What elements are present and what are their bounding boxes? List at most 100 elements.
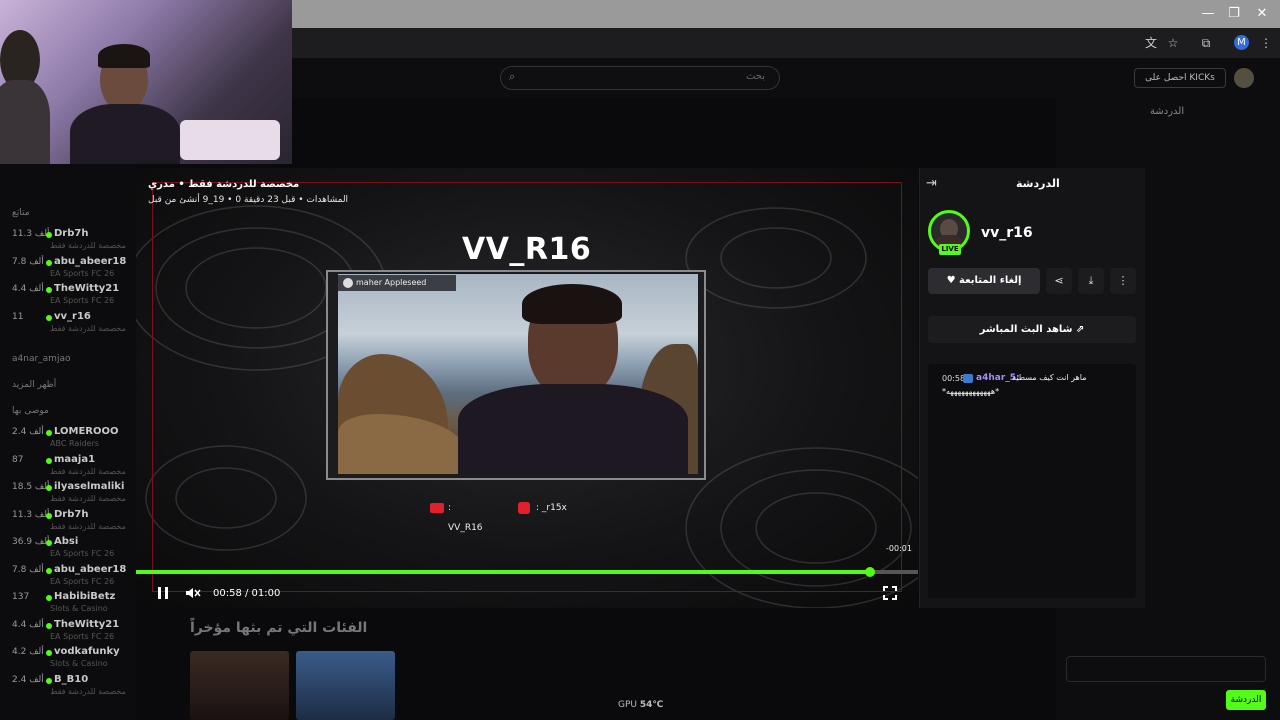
viewer-count: 11.3 ألف (12, 509, 50, 520)
search-input[interactable]: ⌕ بحث (500, 66, 780, 90)
heart-icon: ♥ (946, 275, 956, 286)
sidebar-channel-recommended[interactable]: 87 maaja1 مخصصة للدردشة فقط (0, 454, 136, 480)
show-more-link[interactable]: أظهر المزيد (12, 380, 56, 390)
live-dot-icon (46, 457, 52, 464)
minimize-button[interactable]: — (1200, 6, 1216, 22)
following-heading: متابَع (12, 208, 30, 218)
channel-category: EA Sports FC 26 (50, 268, 115, 278)
channel-name: B_B10 (54, 673, 89, 685)
sidebar-channel-recommended[interactable]: 7.8 ألف abu_abeer18 EA Sports FC 26 (0, 564, 136, 590)
share-button[interactable]: ⋖ (1046, 268, 1072, 294)
facecam-feed (338, 274, 698, 474)
channel-category: EA Sports FC 26 (50, 576, 115, 586)
sidebar-channel-recommended[interactable]: 2.4 ألف B_B10 مخصصة للدردشة فقط (0, 674, 136, 700)
gpu-temperature: GPU 54℃ (618, 700, 664, 710)
channel-name: LOMEROOO (54, 426, 119, 437)
live-dot-icon (46, 287, 52, 293)
search-icon: ⌕ (509, 70, 516, 83)
message-time: 00:58 (942, 374, 966, 383)
download-icon: ⤓ (1088, 274, 1094, 287)
channel-category: مخصصة للدردشة فقط (50, 323, 126, 333)
download-button[interactable]: ⤓ (1078, 268, 1104, 294)
kebab-icon: ⋮ (1117, 274, 1129, 287)
time-display: 00:58 / 01:00 (213, 588, 281, 599)
live-dot-icon (46, 232, 52, 238)
sidebar-channel-recommended[interactable]: 36.9 ألف Absi EA Sports FC 26 (0, 536, 136, 562)
close-window-button[interactable]: ✕ (1254, 6, 1270, 22)
viewer-count: 11.3 ألف (12, 229, 50, 239)
live-dot-icon (46, 540, 52, 546)
unfollow-button[interactable]: ♥ إلغاء المتابعة (928, 268, 1040, 294)
streamer-name[interactable]: vv_r16 (981, 225, 1033, 241)
viewer-count: 4.2 ألف (12, 647, 44, 657)
profile-avatar[interactable]: M (1234, 35, 1249, 50)
muted-speaker-icon (186, 588, 201, 598)
user-avatar[interactable] (1234, 68, 1254, 88)
maximize-button[interactable]: ❐ (1226, 6, 1242, 22)
channel-name: ilyaselmaliki (54, 481, 125, 492)
channel-category: EA Sports FC 26 (50, 631, 115, 641)
viewer-count: 11 (12, 311, 24, 322)
sidebar-channel-recommended[interactable]: 2.4 ألف LOMEROOO ABC Raiders (0, 426, 136, 452)
search-placeholder: بحث (745, 71, 765, 82)
live-dot-icon (46, 677, 52, 684)
seek-bar-handle[interactable] (865, 567, 875, 577)
facecam-name-badge: maher Appleseed (338, 275, 456, 291)
share-icon: ⋖ (1054, 274, 1064, 287)
live-dot-icon (46, 259, 52, 266)
fullscreen-icon (883, 586, 897, 600)
pause-button[interactable] (156, 586, 170, 600)
seek-bar-fill (136, 570, 870, 574)
pause-icon (158, 587, 168, 599)
recommended-heading: موصى بها (12, 406, 49, 416)
channel-category: مخصصة للدردشة فقط (50, 494, 126, 503)
watch-live-button[interactable]: شاهد البث المباشر ⇗ (928, 316, 1136, 343)
sidebar-channel-followed[interactable]: 4.4 ألف TheWitty21 EA Sports FC 26 (0, 283, 136, 309)
channel-category: مخصصة للدردشة فقط (50, 521, 126, 531)
collapse-chat-icon[interactable]: ⇥ (926, 176, 937, 191)
live-badge: LIVE (939, 244, 961, 255)
user-badge-icon (963, 374, 973, 383)
extensions-icon[interactable]: ⧉ (1198, 35, 1214, 51)
channel-category: مخصصة للدردشة فقط (50, 466, 126, 476)
instagram-icon (518, 502, 530, 514)
category-thumbnail[interactable] (190, 651, 289, 720)
viewer-count: 4.4 ألف (12, 619, 44, 630)
youtube-tag: : VV_R16 (418, 498, 488, 533)
offline-channel[interactable]: a4nar_amjao (12, 354, 70, 364)
sidebar-channel-followed[interactable]: 7.8 ألف abu_abeer18 EA Sports FC 26 (0, 256, 136, 282)
channel-category: EA Sports FC 26 (50, 549, 115, 558)
viewer-count: 36.9 ألف (12, 537, 50, 547)
sidebar-channel-recommended[interactable]: 11.3 ألف Drb7h مخصصة للدردشة فقط (0, 509, 136, 535)
channel-name: Drb7h (54, 508, 89, 520)
category-thumbnail[interactable] (296, 651, 395, 720)
time-remaining: -00:01 (886, 544, 912, 553)
live-dot-icon (46, 567, 52, 574)
live-dot-icon (46, 430, 52, 436)
channel-name: vv_r16 (54, 310, 91, 322)
live-dot-icon (46, 650, 52, 656)
instagram-tag: : _r15x (510, 498, 580, 518)
bookmark-star-icon[interactable]: ☆ (1165, 35, 1181, 51)
sidebar-channel-recommended[interactable]: 137 HabibiBetz Slots & Casino (0, 591, 136, 617)
viewer-count: 2.4 ألف (12, 674, 44, 685)
webcam-overlay (0, 0, 292, 164)
live-dot-icon (46, 314, 52, 321)
kebab-menu-icon[interactable]: ⋮ (1258, 35, 1274, 51)
more-options-button[interactable]: ⋮ (1110, 268, 1136, 294)
sidebar-channel-recommended[interactable]: 18.5 ألف ilyaselmaliki مخصصة للدردشة فقط (0, 481, 136, 507)
channel-name: TheWitty21 (54, 618, 120, 630)
sidebar-channel-recommended[interactable]: 4.2 ألف vodkafunky Slots & Casino (0, 646, 136, 672)
live-dot-icon (46, 485, 52, 491)
sidebar-channel-followed[interactable]: 11 vv_r16 مخصصة للدردشة فقط (0, 311, 136, 337)
live-dot-icon (46, 595, 52, 601)
sidebar-channel-followed[interactable]: 11.3 ألف Drb7h مخصصة للدردشة فقط (0, 228, 136, 254)
background-chat-input[interactable] (1066, 656, 1266, 682)
translate-icon[interactable]: 文 (1143, 35, 1159, 51)
background-chat-send-button[interactable]: الدردشة (1226, 690, 1266, 710)
get-kicks-button[interactable]: احصل على KICKs (1134, 68, 1226, 88)
viewer-count: 2.4 ألف (12, 427, 44, 437)
fullscreen-button[interactable] (883, 586, 897, 600)
mute-button[interactable] (185, 586, 201, 600)
sidebar-channel-recommended[interactable]: 4.4 ألف TheWitty21 EA Sports FC 26 (0, 619, 136, 645)
